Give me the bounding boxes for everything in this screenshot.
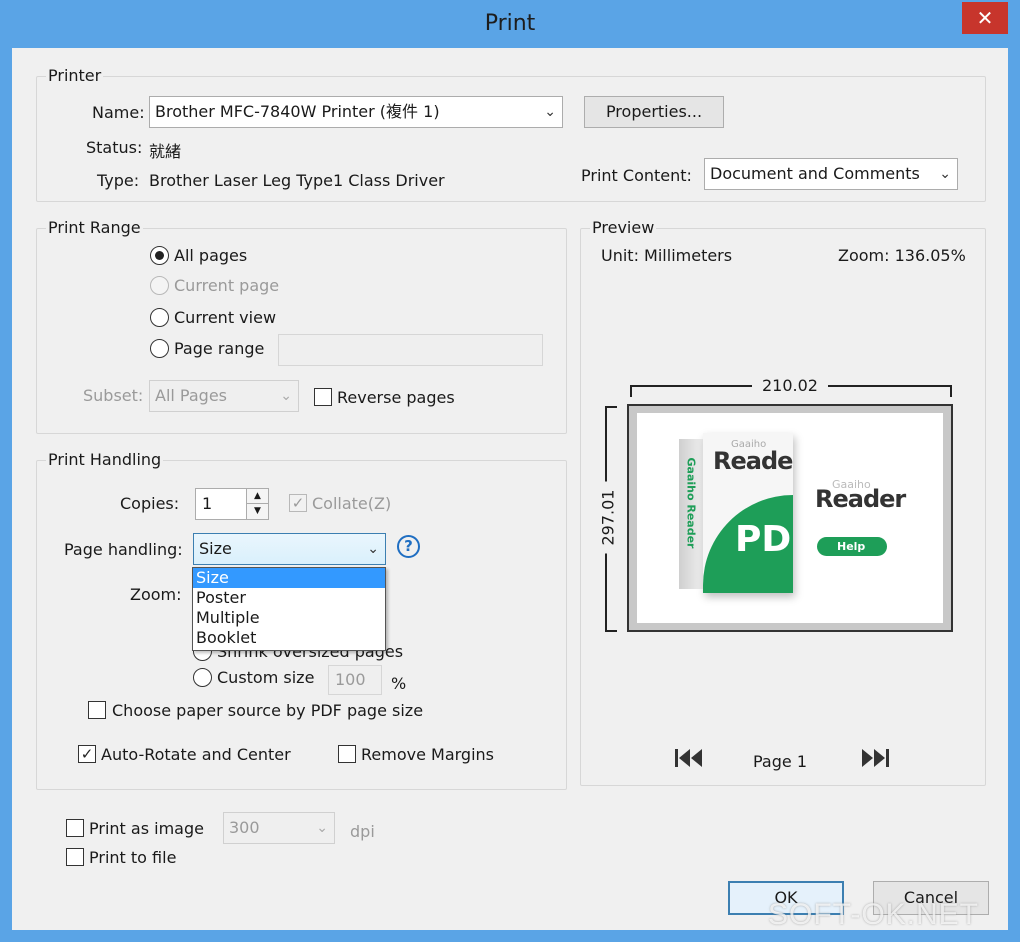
copies-label: Copies: (120, 494, 180, 513)
preview-zoom-label: Zoom: 136.05% (838, 246, 966, 265)
print-content-label: Print Content: (581, 166, 692, 185)
dpi-label: dpi (350, 822, 375, 841)
print-content-value: Document and Comments (710, 164, 920, 183)
help-icon[interactable]: ? (397, 535, 420, 558)
dpi-select[interactable]: 300 ⌄ (223, 812, 335, 844)
print-as-image-label: Print as image (89, 819, 204, 838)
copies-value: 1 (202, 494, 213, 513)
product-box-side-text: Gaaiho Reader (684, 457, 698, 549)
print-to-file-label: Print to file (89, 848, 177, 867)
product-box-side: Gaaiho Reader (679, 439, 703, 589)
subset-label: Subset: (83, 386, 144, 405)
chevron-down-icon: ⌄ (939, 166, 951, 182)
page-number-label: Page 1 (753, 752, 807, 771)
print-as-image-checkbox[interactable] (66, 819, 84, 837)
paper-source-label: Choose paper source by PDF page size (112, 701, 424, 720)
print-content-select[interactable]: Document and Comments ⌄ (704, 158, 958, 190)
reverse-pages-checkbox[interactable] (314, 388, 332, 406)
preview-page-content: Gaaiho Reader Gaaiho Reader PDF Gaaiho R… (637, 413, 943, 623)
first-page-icon[interactable] (674, 746, 704, 770)
current-view-radio[interactable] (150, 308, 169, 327)
close-button[interactable]: ✕ (962, 2, 1008, 34)
printer-group-title: Printer (46, 66, 104, 85)
dpi-value: 300 (229, 818, 260, 837)
auto-rotate-label: Auto-Rotate and Center (101, 745, 291, 764)
remove-margins-checkbox[interactable] (338, 745, 356, 763)
properties-button[interactable]: Properties... (584, 96, 724, 128)
dropdown-option-size[interactable]: Size (193, 568, 385, 588)
current-page-label: Current page (174, 276, 280, 295)
dropdown-option-booklet[interactable]: Booklet (193, 628, 385, 648)
page-handling-label: Page handling: (64, 540, 183, 559)
product-box-pdf: PDF (735, 519, 793, 560)
subset-value: All Pages (155, 386, 227, 405)
collate-checkbox[interactable]: ✓ (289, 494, 307, 512)
preview-unit-label: Unit: Millimeters (601, 246, 733, 265)
chevron-down-icon: ⌄ (544, 104, 556, 120)
page-handling-dropdown[interactable]: Size Poster Multiple Booklet (192, 567, 386, 651)
print-dialog-window: Print ✕ Printer Name: Brother MFC-7840W … (0, 0, 1020, 942)
window-title: Print (484, 11, 536, 36)
page-range-radio[interactable] (150, 339, 169, 358)
dropdown-option-multiple[interactable]: Multiple (193, 608, 385, 628)
current-view-label: Current view (174, 308, 277, 327)
printer-type-label: Type: (97, 171, 140, 190)
all-pages-label: All pages (174, 246, 248, 265)
subset-select[interactable]: All Pages ⌄ (149, 380, 299, 412)
width-dimension-label: 210.02 (752, 376, 828, 395)
printer-name-value: Brother MFC-7840W Printer (複件 1) (155, 102, 440, 121)
help-artwork-label: Help (837, 540, 866, 553)
custom-size-input[interactable]: 100 (328, 665, 382, 695)
remove-margins-label: Remove Margins (361, 745, 494, 764)
chevron-down-icon[interactable]: ▼ (247, 504, 268, 519)
auto-rotate-checkbox[interactable]: ✓ (78, 745, 96, 763)
close-icon: ✕ (976, 6, 994, 30)
custom-size-radio[interactable] (193, 668, 212, 687)
watermark-text: SOFT-OK.NET (768, 898, 980, 931)
product-box-front: Gaaiho Reader PDF (703, 433, 793, 593)
current-page-radio[interactable] (150, 276, 169, 295)
chevron-down-icon: ⌄ (316, 820, 328, 836)
preview-page: Gaaiho Reader Gaaiho Reader PDF Gaaiho R… (627, 404, 953, 632)
dialog-client-area: Printer Name: Brother MFC-7840W Printer … (12, 48, 1008, 931)
reverse-pages-label: Reverse pages (337, 388, 455, 407)
printer-status-label: Status: (86, 138, 143, 157)
printer-type-value: Brother Laser Leg Type1 Class Driver (149, 171, 445, 190)
chevron-down-icon: ⌄ (367, 541, 379, 557)
page-handling-value: Size (199, 539, 232, 558)
printer-name-label: Name: (92, 103, 145, 122)
print-to-file-checkbox[interactable] (66, 848, 84, 866)
page-range-label: Page range (174, 339, 265, 358)
side-title-text: Reader (815, 485, 906, 513)
print-range-group-title: Print Range (46, 218, 143, 237)
chevron-up-icon[interactable]: ▲ (247, 489, 268, 504)
product-box-title: Reader (713, 447, 793, 475)
printer-status-value: 就緒 (149, 142, 182, 161)
page-range-input[interactable] (278, 334, 543, 366)
percent-label: % (391, 674, 407, 693)
help-artwork-button: Help (817, 537, 887, 556)
page-handling-select[interactable]: Size ⌄ (193, 533, 386, 565)
custom-size-label: Custom size (217, 668, 315, 687)
printer-name-select[interactable]: Brother MFC-7840W Printer (複件 1) ⌄ (149, 96, 563, 128)
collate-label: Collate(Z) (312, 494, 392, 513)
zoom-label: Zoom: (130, 585, 182, 604)
all-pages-radio[interactable] (150, 246, 169, 265)
chevron-down-icon: ⌄ (280, 388, 292, 404)
paper-source-checkbox[interactable] (88, 701, 106, 719)
copies-spin-buttons[interactable]: ▲ ▼ (246, 489, 268, 519)
copies-stepper[interactable]: 1 ▲ ▼ (195, 488, 269, 520)
dropdown-option-poster[interactable]: Poster (193, 588, 385, 608)
last-page-icon[interactable] (860, 746, 890, 770)
height-dimension-label: 297.01 (598, 481, 618, 554)
print-handling-group-title: Print Handling (46, 450, 164, 469)
preview-group-title: Preview (590, 218, 657, 237)
